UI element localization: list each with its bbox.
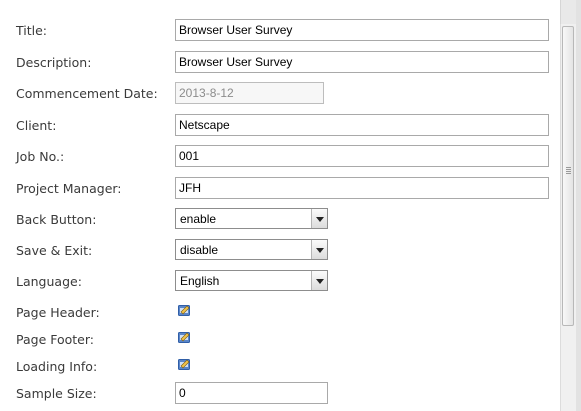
commencement-date-label: Commencement Date: — [16, 86, 158, 101]
chevron-down-icon[interactable] — [311, 271, 327, 290]
language-label: Language: — [16, 274, 82, 289]
row-page-header: Page Header: — [0, 301, 560, 327]
sample-size-label: Sample Size: — [16, 386, 97, 401]
save-exit-select-value: disable — [180, 243, 219, 257]
edit-icon[interactable] — [178, 331, 191, 343]
sample-size-input[interactable] — [175, 382, 328, 404]
window-edge — [576, 0, 581, 411]
chevron-down-icon[interactable] — [311, 240, 327, 259]
job-no-label: Job No.: — [16, 149, 65, 164]
row-save-exit: Save & Exit: disable — [0, 239, 560, 265]
edit-icon[interactable] — [178, 304, 191, 316]
back-button-select-value: enable — [180, 212, 217, 226]
row-title: Title: — [0, 19, 560, 45]
vertical-scrollbar[interactable] — [560, 24, 576, 411]
row-back-button: Back Button: enable — [0, 208, 560, 234]
description-input[interactable] — [175, 51, 549, 73]
row-sample-size: Sample Size: — [0, 382, 560, 408]
save-exit-select[interactable]: disable — [175, 239, 328, 260]
save-exit-label: Save & Exit: — [16, 243, 93, 258]
row-client: Client: — [0, 114, 560, 140]
row-commencement-date: Commencement Date: — [0, 82, 560, 108]
language-select-value: English — [180, 274, 220, 288]
back-button-select[interactable]: enable — [175, 208, 328, 229]
project-manager-label: Project Manager: — [16, 181, 122, 196]
back-button-label: Back Button: — [16, 212, 97, 227]
row-language: Language: English — [0, 270, 560, 296]
commencement-date-input — [175, 82, 324, 104]
client-label: Client: — [16, 118, 57, 133]
page-header-label: Page Header: — [16, 305, 100, 320]
client-input[interactable] — [175, 114, 549, 136]
row-job-no: Job No.: — [0, 145, 560, 171]
scrollbar-thumb[interactable] — [562, 26, 574, 326]
job-no-input[interactable] — [175, 145, 549, 167]
chevron-down-icon[interactable] — [311, 209, 327, 228]
title-label: Title: — [16, 23, 47, 38]
row-project-manager: Project Manager: — [0, 177, 560, 203]
project-manager-input[interactable] — [175, 177, 549, 199]
grip-icon — [566, 167, 571, 174]
title-input[interactable] — [175, 19, 549, 41]
language-select[interactable]: English — [175, 270, 328, 291]
survey-properties-panel: Title: Description: Commencement Date: C… — [0, 0, 561, 411]
edit-icon[interactable] — [178, 358, 191, 370]
row-description: Description: — [0, 51, 560, 77]
row-page-footer: Page Footer: — [0, 328, 560, 354]
description-label: Description: — [16, 55, 92, 70]
row-loading-info: Loading Info: — [0, 355, 560, 381]
loading-info-label: Loading Info: — [16, 359, 98, 374]
page-footer-label: Page Footer: — [16, 332, 94, 347]
